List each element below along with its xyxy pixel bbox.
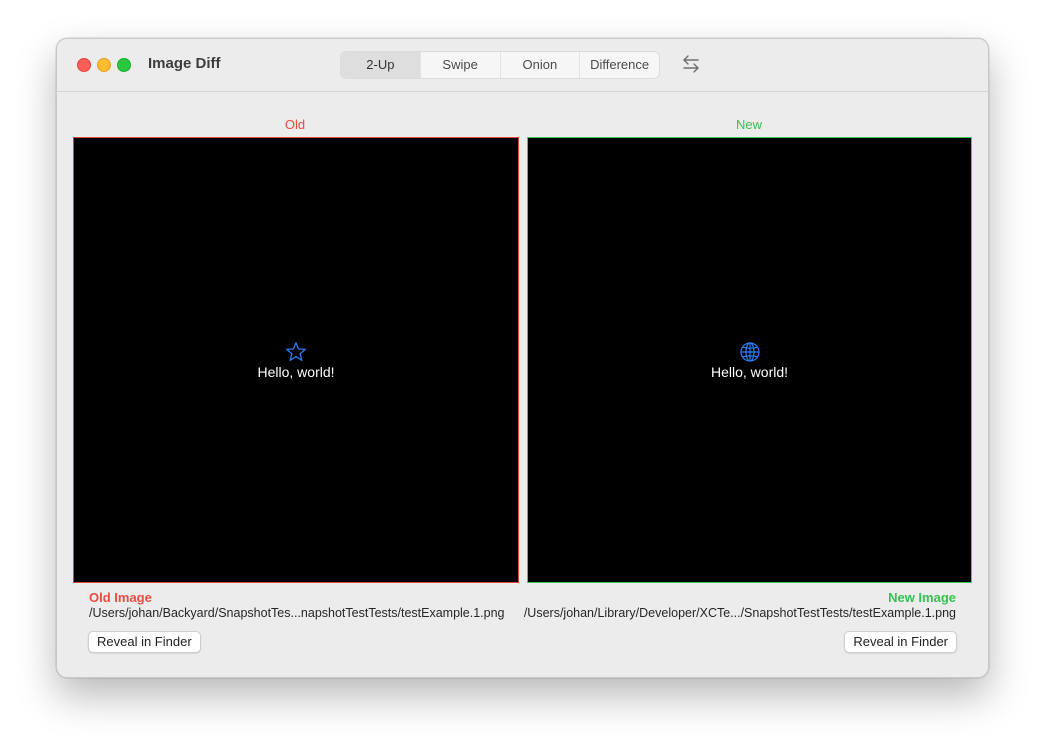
new-image-text: Hello, world!	[710, 364, 789, 380]
mode-onion-segment[interactable]: Onion	[501, 52, 581, 78]
image-diff-window: Image Diff 2-Up Swipe Onion Difference O…	[56, 38, 989, 678]
reveal-old-in-finder-button[interactable]: Reveal in Finder	[88, 631, 201, 653]
window-title: Image Diff	[148, 55, 221, 72]
view-mode-segmented-control: 2-Up Swipe Onion Difference	[340, 51, 660, 79]
new-image-path: /Users/johan/Library/Developer/XCTe.../S…	[523, 606, 956, 620]
minimize-window-button[interactable]	[97, 58, 111, 72]
close-window-button[interactable]	[77, 58, 91, 72]
old-image-caption: Old Image	[89, 590, 152, 605]
title-bar: Image Diff 2-Up Swipe Onion Difference	[57, 39, 988, 92]
old-image-text: Hello, world!	[257, 364, 335, 380]
new-image-caption: New Image	[888, 590, 956, 605]
new-header-label: New	[735, 117, 762, 132]
old-header-label: Old	[284, 117, 306, 132]
old-image-path: /Users/johan/Backyard/SnapshotTes...naps…	[89, 606, 505, 620]
new-image-panel: Hello, world!	[527, 137, 972, 583]
zoom-window-button[interactable]	[117, 58, 131, 72]
reveal-new-in-finder-button[interactable]: Reveal in Finder	[844, 631, 957, 653]
mode-2up-segment[interactable]: 2-Up	[341, 52, 421, 78]
mode-swipe-segment[interactable]: Swipe	[421, 52, 501, 78]
star-icon	[285, 341, 307, 363]
diff-content: Old New Hello, world! Hello, world! Old …	[57, 92, 988, 677]
globe-icon	[739, 341, 761, 363]
mode-difference-segment[interactable]: Difference	[580, 52, 659, 78]
old-image-panel: Hello, world!	[73, 137, 519, 583]
swap-arrows-icon[interactable]	[679, 53, 703, 75]
